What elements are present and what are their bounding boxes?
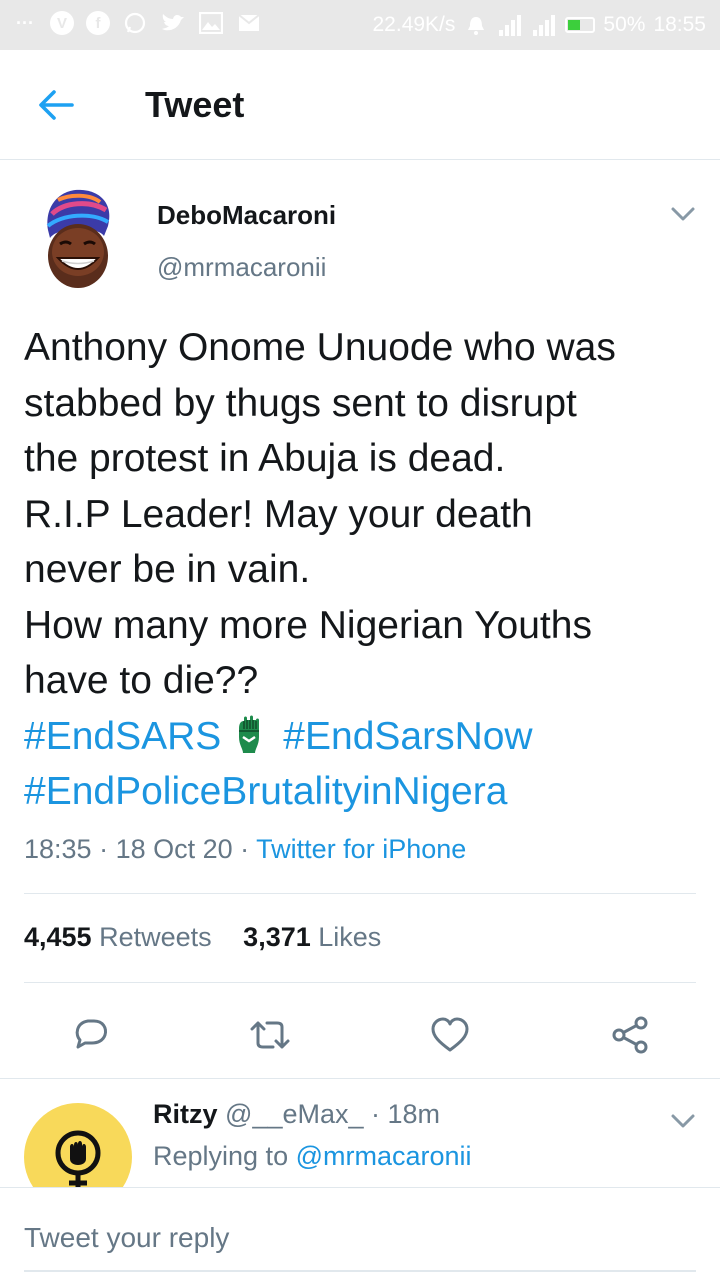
retweets-count: 4,455: [24, 922, 92, 952]
likes-count: 3,371: [243, 922, 311, 952]
clock: 18:55: [653, 13, 706, 36]
author-name[interactable]: DeboMacaroni: [157, 200, 336, 231]
reply-input[interactable]: [24, 1218, 696, 1258]
more-dots-icon: ···: [16, 12, 34, 33]
raised-fist-icon: [235, 715, 263, 755]
retweet-icon: [250, 1021, 290, 1049]
tweet-text-line: R.I.P Leader! May your death: [24, 492, 533, 536]
retweets-stat[interactable]: 4,455 Retweets: [24, 922, 212, 952]
raised-fist-logo-icon: [55, 1130, 101, 1187]
gallery-icon: [198, 10, 224, 36]
hashtag-line: #EndPoliceBrutalityinNigera: [24, 764, 696, 820]
tweet-stats: 4,455 Retweets 3,371 Likes: [24, 922, 405, 953]
arrow-left-icon: [39, 90, 74, 120]
vpn-icon: V: [50, 11, 74, 35]
divider: [24, 893, 696, 894]
tweet-text-line: How many more Nigerian Youths: [24, 603, 592, 647]
reply-compose-bar: [0, 1187, 720, 1280]
network-speed: 22.49K/s: [372, 13, 456, 36]
back-button[interactable]: [34, 85, 78, 125]
signal-icon: [497, 12, 523, 38]
share-icon: [612, 1016, 648, 1054]
meta-separator: ·: [91, 834, 116, 864]
reply-header: Ritzy @__eMax_ · 18m: [153, 1099, 440, 1130]
chevron-down-icon: [671, 1114, 695, 1128]
likes-stat[interactable]: 3,371 Likes: [243, 922, 381, 952]
tweet-author: DeboMacaroni @mrmacaronii: [0, 160, 720, 310]
reply-avatar[interactable]: [24, 1103, 132, 1187]
system-status: 22.49K/s 50% 18:55: [372, 12, 706, 38]
tweet-source-link[interactable]: Twitter for iPhone: [256, 834, 466, 864]
tweet-text-line: Anthony Onome Unuode who was: [24, 326, 616, 369]
input-underline: [24, 1270, 696, 1272]
battery-icon: [565, 17, 596, 33]
reply-author-handle[interactable]: @__eMax_: [225, 1099, 363, 1129]
retweets-label: Retweets: [99, 922, 212, 952]
replying-to-label: Replying to: [153, 1141, 289, 1171]
hashtag-line: #EndSARS #EndSarsNow: [24, 709, 696, 765]
tweet-text-line: never be in vain.: [24, 548, 311, 591]
replying-to-mention[interactable]: @mrmacaronii: [296, 1141, 472, 1171]
author-avatar[interactable]: [38, 186, 116, 290]
meta-separator: ·: [232, 834, 257, 864]
reply-author-name[interactable]: Ritzy: [153, 1099, 218, 1129]
facebook-icon: f: [86, 11, 110, 35]
hashtag-endsars[interactable]: #EndSARS: [24, 715, 221, 758]
reply-options-button[interactable]: [668, 1109, 698, 1133]
share-button[interactable]: [606, 1011, 654, 1059]
twitter-icon: [160, 10, 186, 36]
whatsapp-icon: [122, 10, 148, 36]
tweet-metadata: 18:35 · 18 Oct 20 · Twitter for iPhone: [24, 834, 466, 865]
heart-icon: [431, 1017, 469, 1052]
app-header: Tweet: [0, 50, 720, 160]
page-title: Tweet: [145, 84, 245, 125]
tweet-date: 18 Oct 20: [115, 834, 233, 864]
tweet-options-button[interactable]: [668, 202, 698, 226]
reply-button[interactable]: [66, 1011, 114, 1059]
author-handle[interactable]: @mrmacaronii: [157, 252, 326, 283]
likes-label: Likes: [318, 922, 382, 952]
like-button[interactable]: [426, 1011, 474, 1059]
reply-time: · 18m: [371, 1099, 441, 1129]
replying-to: Replying to @mrmacaronii: [153, 1141, 472, 1172]
mail-icon: [236, 10, 262, 36]
reply-item[interactable]: Ritzy @__eMax_ · 18m Replying to @mrmaca…: [0, 1079, 720, 1187]
chevron-down-icon: [671, 207, 695, 221]
retweet-button[interactable]: [246, 1011, 294, 1059]
reply-icon: [75, 1019, 107, 1049]
tweet-text: Anthony Onome Unuode who was stabbed by …: [24, 320, 696, 820]
tweet-actions: [0, 1005, 720, 1061]
tweet-text-line: the protest in Abuja is dead.: [24, 437, 506, 480]
status-bar: ··· V f 22.49K/s 50% 18:55: [0, 0, 720, 50]
notification-icons: ··· V f: [12, 10, 262, 36]
tweet-time: 18:35: [24, 834, 92, 864]
hashtag-endpolicebrutality[interactable]: #EndPoliceBrutalityinNigera: [24, 770, 507, 813]
tweet-text-line: stabbed by thugs sent to disrupt: [24, 381, 577, 425]
divider: [24, 982, 696, 983]
signal-4g-icon: [531, 12, 557, 38]
hashtag-endsarsnow[interactable]: #EndSarsNow: [283, 715, 532, 758]
alarm-icon: [463, 12, 489, 38]
battery-percent: 50%: [603, 13, 646, 36]
tweet-text-line: have to die??: [24, 659, 259, 702]
